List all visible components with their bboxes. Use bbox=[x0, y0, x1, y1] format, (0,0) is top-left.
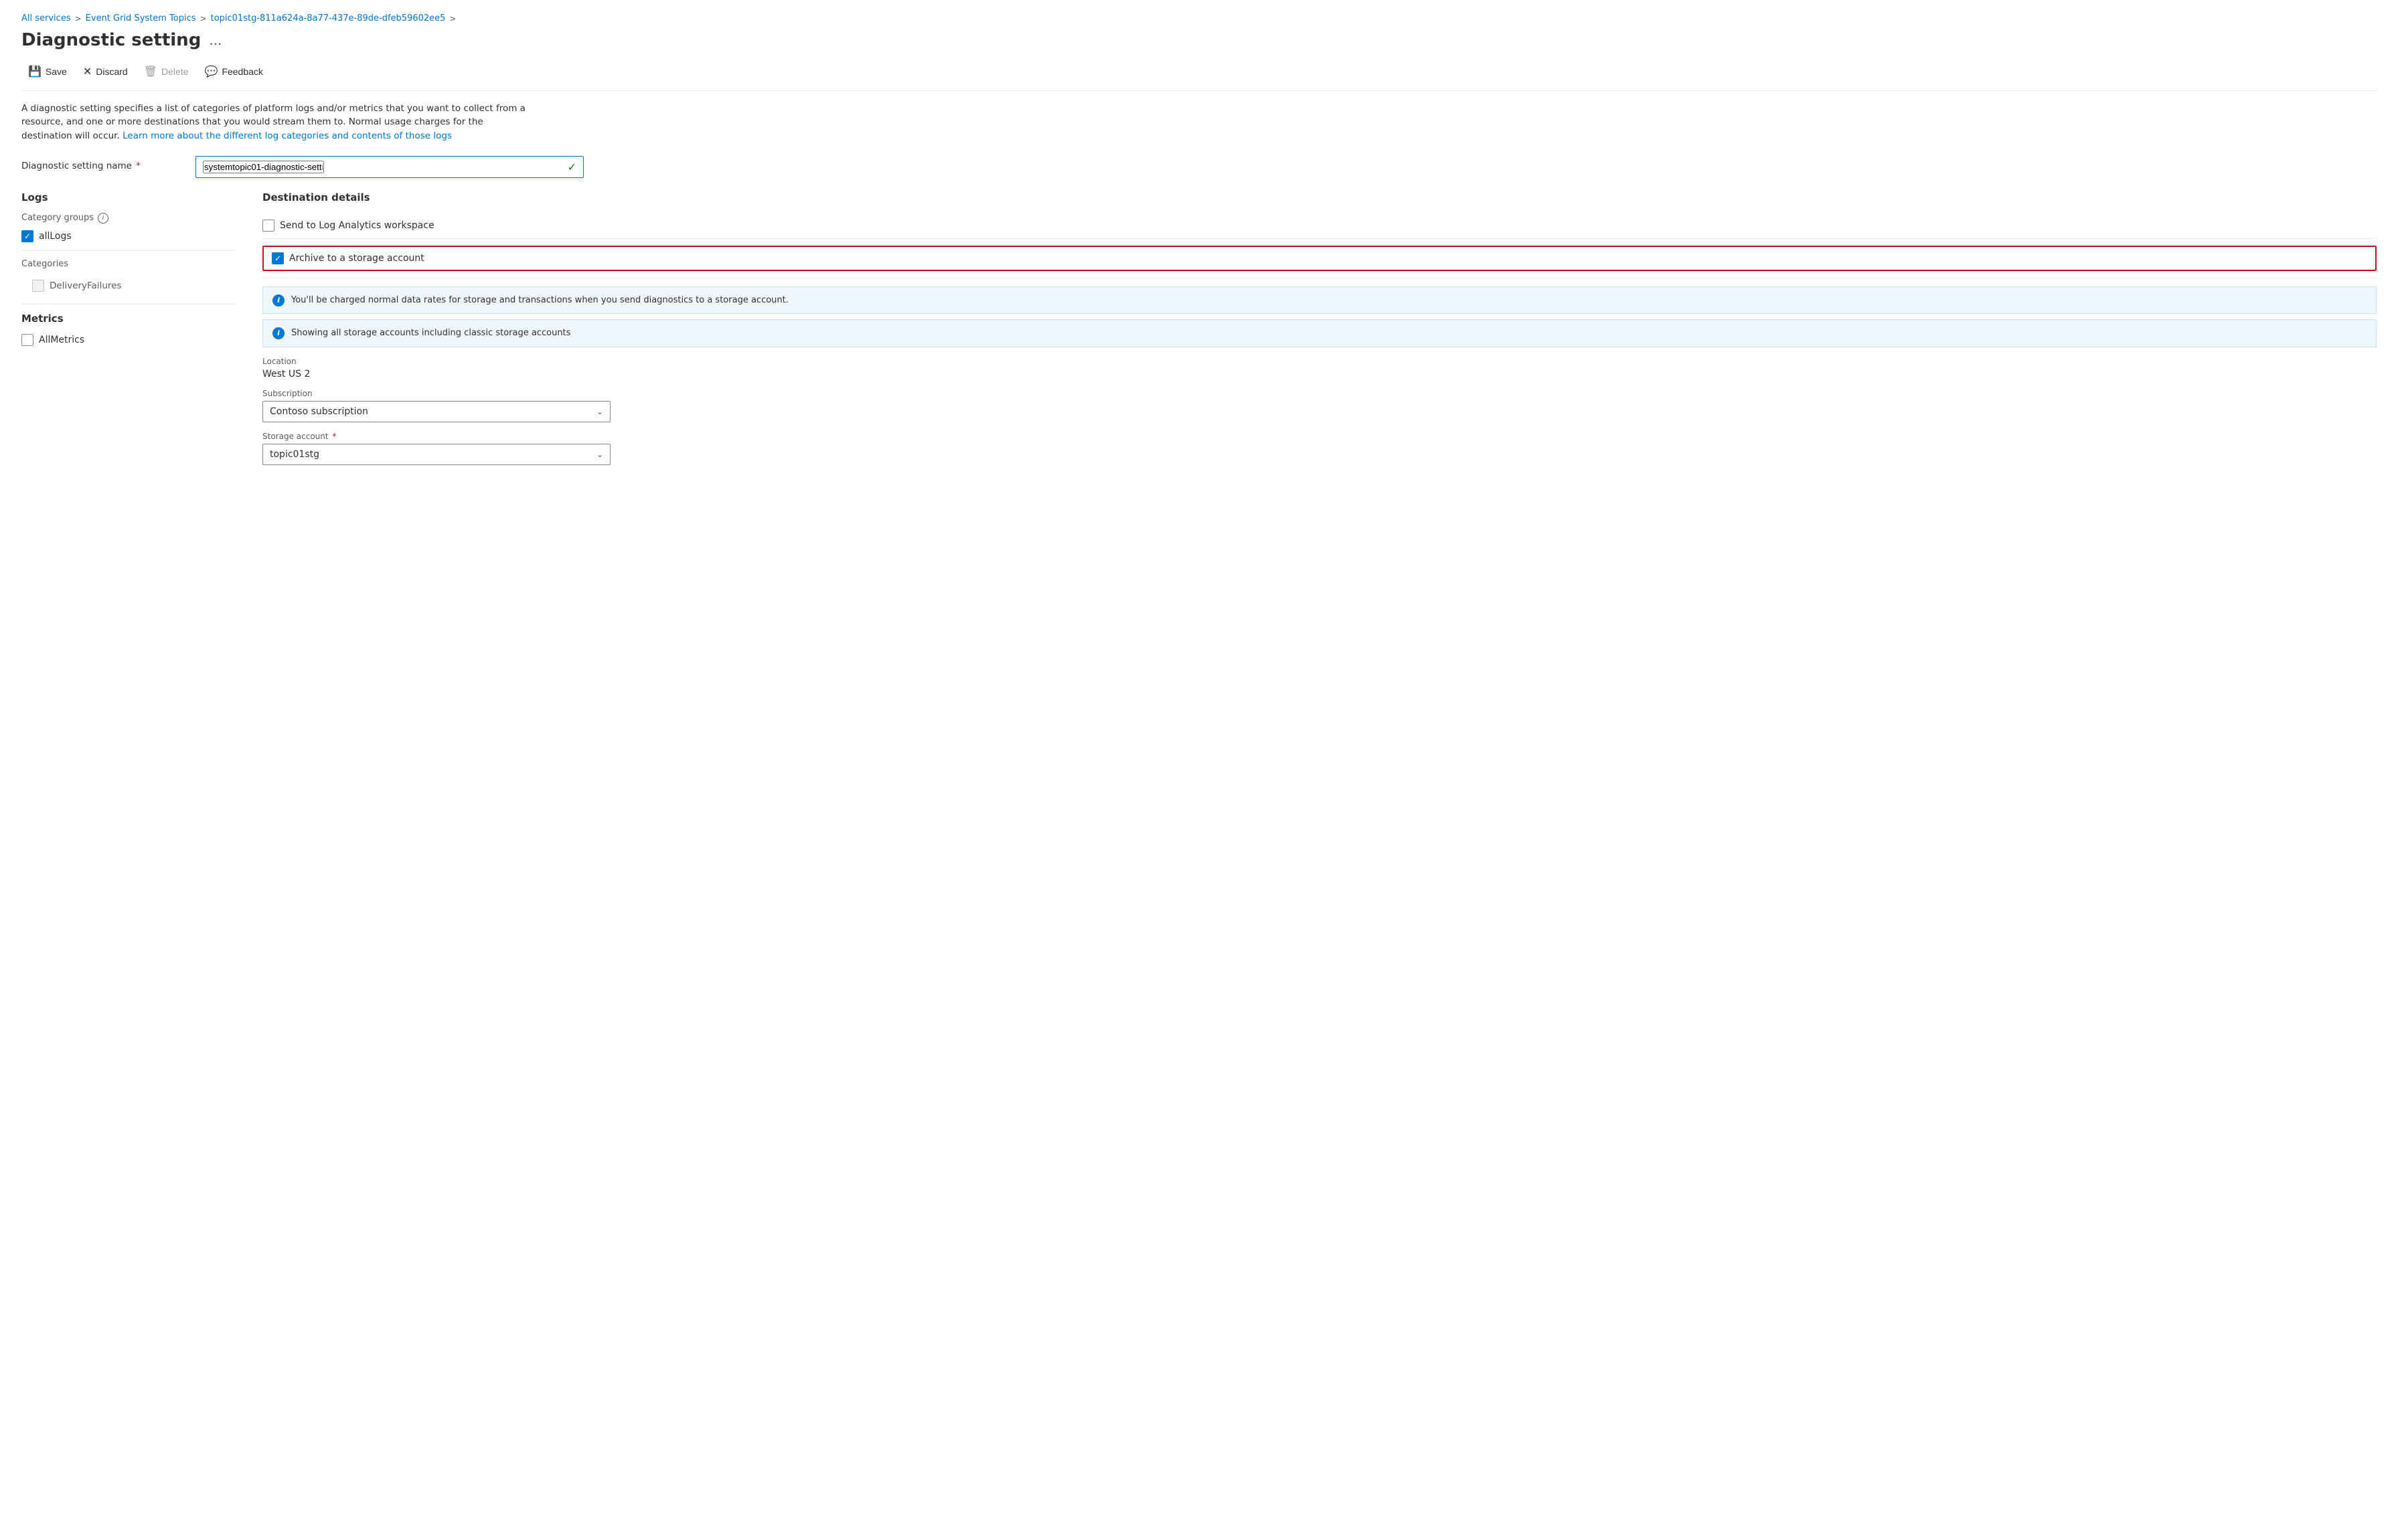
required-star: * bbox=[133, 161, 141, 171]
discard-button[interactable]: ✕ Discard bbox=[76, 61, 135, 82]
delete-button[interactable]: 🗑 Delete bbox=[137, 61, 195, 82]
logs-metrics-divider bbox=[21, 304, 236, 305]
breadcrumb-all-services[interactable]: All services bbox=[21, 13, 71, 23]
breadcrumb-sep-2: > bbox=[200, 14, 207, 23]
toolbar: 💾 Save ✕ Discard 🗑 Delete 💬 Feedback bbox=[21, 61, 2377, 91]
subscription-value: Contoso subscription bbox=[270, 406, 368, 417]
save-label: Save bbox=[46, 66, 67, 77]
save-button[interactable]: 💾 Save bbox=[21, 61, 74, 82]
storage-charge-text: You'll be charged normal data rates for … bbox=[291, 294, 789, 307]
discard-label: Discard bbox=[96, 66, 127, 77]
subscription-select[interactable]: Contoso subscription ⌄ bbox=[262, 401, 611, 422]
subscription-group: Subscription Contoso subscription ⌄ bbox=[262, 389, 2377, 422]
logs-divider bbox=[21, 250, 236, 251]
delete-label: Delete bbox=[161, 66, 188, 77]
storage-account-group: Storage account * topic01stg ⌄ bbox=[262, 432, 2377, 465]
page-header: Diagnostic setting ... bbox=[21, 30, 2377, 50]
storage-required-star: * bbox=[330, 432, 337, 441]
breadcrumb-sep-1: > bbox=[75, 14, 82, 23]
storage-account-chevron-icon: ⌄ bbox=[596, 450, 603, 459]
learn-more-link[interactable]: Learn more about the different log categ… bbox=[123, 131, 452, 141]
archive-storage-highlight: Archive to a storage account bbox=[262, 246, 2377, 271]
all-logs-checkbox[interactable] bbox=[21, 230, 33, 242]
subscription-label: Subscription bbox=[262, 389, 2377, 398]
feedback-label: Feedback bbox=[222, 66, 262, 77]
description: A diagnostic setting specifies a list of… bbox=[21, 102, 530, 143]
storage-accounts-info-box: Showing all storage accounts including c… bbox=[262, 319, 2377, 347]
breadcrumb-topic[interactable]: topic01stg-811a624a-8a77-437e-89de-dfeb5… bbox=[211, 13, 446, 23]
info-icon-1 bbox=[272, 294, 285, 307]
delivery-failures-item: DeliveryFailures bbox=[21, 276, 236, 296]
valid-checkmark-icon: ✓ bbox=[568, 161, 576, 173]
page-title: Diagnostic setting bbox=[21, 30, 201, 50]
diagnostic-name-label: Diagnostic setting name * bbox=[21, 156, 195, 171]
main-layout: Logs Category groups i allLogs Categorie… bbox=[21, 191, 2377, 465]
destination-section-title: Destination details bbox=[262, 191, 2377, 203]
delete-icon: 🗑 bbox=[144, 65, 157, 78]
breadcrumb-sep-3: > bbox=[449, 14, 456, 23]
diagnostic-name-input-wrapper: ✓ bbox=[195, 156, 584, 178]
logs-section-title: Logs bbox=[21, 191, 236, 203]
category-groups-label: Category groups i bbox=[21, 213, 236, 224]
metrics-section-title: Metrics bbox=[21, 313, 236, 325]
all-metrics-label: AllMetrics bbox=[39, 335, 84, 345]
log-analytics-checkbox[interactable] bbox=[262, 220, 274, 232]
storage-account-value: topic01stg bbox=[270, 449, 319, 460]
delivery-failures-checkbox[interactable] bbox=[32, 280, 44, 292]
discard-icon: ✕ bbox=[83, 65, 92, 78]
diagnostic-name-row: Diagnostic setting name * ✓ bbox=[21, 156, 2377, 178]
metrics-section: Metrics AllMetrics bbox=[21, 313, 236, 346]
storage-charge-info-box: You'll be charged normal data rates for … bbox=[262, 286, 2377, 315]
right-panel: Destination details Send to Log Analytic… bbox=[262, 191, 2377, 465]
all-logs-checkbox-row: allLogs bbox=[21, 230, 236, 242]
save-icon: 💾 bbox=[28, 65, 42, 78]
location-label: Location bbox=[262, 357, 2377, 366]
breadcrumb-event-grid[interactable]: Event Grid System Topics bbox=[86, 13, 196, 23]
log-analytics-label: Send to Log Analytics workspace bbox=[280, 220, 434, 231]
categories-label: Categories bbox=[21, 259, 236, 269]
location-group: Location West US 2 bbox=[262, 357, 2377, 379]
diagnostic-name-input[interactable] bbox=[203, 161, 324, 173]
more-options-button[interactable]: ... bbox=[209, 32, 222, 48]
left-panel: Logs Category groups i allLogs Categorie… bbox=[21, 191, 236, 465]
delivery-failures-label: DeliveryFailures bbox=[50, 280, 122, 291]
info-boxes: You'll be charged normal data rates for … bbox=[262, 286, 2377, 347]
log-analytics-option: Send to Log Analytics workspace bbox=[262, 213, 2377, 239]
archive-storage-label: Archive to a storage account bbox=[289, 253, 424, 264]
all-metrics-checkbox-row: AllMetrics bbox=[21, 334, 236, 346]
info-icon-2 bbox=[272, 327, 285, 339]
storage-accounts-text: Showing all storage accounts including c… bbox=[291, 327, 570, 340]
feedback-button[interactable]: 💬 Feedback bbox=[198, 61, 270, 82]
all-logs-label: allLogs bbox=[39, 231, 72, 242]
feedback-icon: 💬 bbox=[205, 65, 218, 78]
subscription-chevron-icon: ⌄ bbox=[596, 407, 603, 416]
archive-option-container: Archive to a storage account bbox=[262, 239, 2377, 278]
all-metrics-checkbox[interactable] bbox=[21, 334, 33, 346]
breadcrumb: All services > Event Grid System Topics … bbox=[21, 13, 2377, 23]
archive-storage-checkbox[interactable] bbox=[272, 252, 284, 264]
logs-section: Logs Category groups i allLogs Categorie… bbox=[21, 191, 236, 296]
category-groups-info-icon[interactable]: i bbox=[98, 213, 108, 224]
storage-account-label: Storage account * bbox=[262, 432, 2377, 441]
storage-account-select[interactable]: topic01stg ⌄ bbox=[262, 444, 611, 465]
location-value: West US 2 bbox=[262, 369, 2377, 379]
